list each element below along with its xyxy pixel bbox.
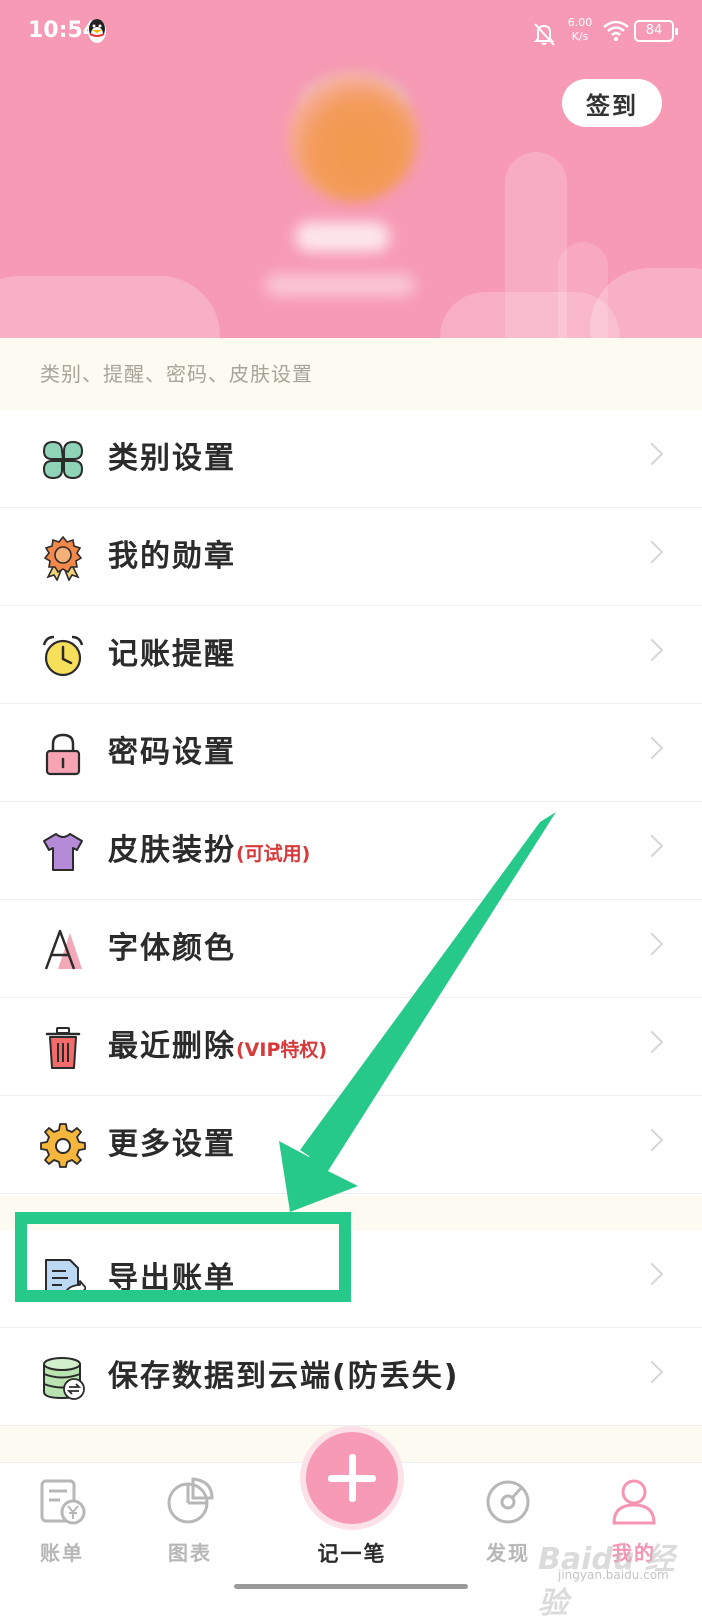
chevron-right-icon	[640, 1030, 664, 1054]
person-icon	[612, 1479, 656, 1525]
tab-label: 图表	[168, 1541, 212, 1565]
menu-item-label: 类别设置	[108, 441, 236, 476]
baidu-watermark-url: jingyan.baidu.com	[558, 1568, 669, 1582]
menu-item-label: 密码设置	[108, 735, 236, 770]
avatar[interactable]	[288, 72, 418, 202]
menu-item-label: 字体颜色	[108, 931, 236, 966]
menu-item-label: 我的勋章	[108, 539, 236, 574]
username-blurred	[295, 222, 390, 252]
menu-item-label: 记账提醒	[108, 637, 236, 672]
tab-charts[interactable]: 图表	[140, 1463, 240, 1601]
font-icon	[44, 929, 82, 970]
menu-item-label: 保存数据到云端(防丢失)	[108, 1359, 460, 1394]
battery-indicator: 84	[634, 20, 678, 42]
export-document-icon	[45, 1259, 86, 1301]
menu-item-label: 皮肤装扮(可试用)	[108, 802, 310, 900]
network-speed-value: 6.00	[567, 16, 593, 29]
network-speed-unit: K/s	[571, 30, 589, 43]
tab-bills[interactable]: 账单	[12, 1463, 112, 1601]
menu-item-password-settings[interactable]: 密码设置	[0, 704, 702, 802]
chevron-right-icon	[640, 442, 664, 466]
section-divider	[0, 1196, 702, 1230]
medal-icon	[43, 535, 83, 581]
chevron-right-icon	[640, 540, 664, 564]
menu-item-category-settings[interactable]: 类别设置	[0, 410, 702, 508]
network-speed: 6.00 K/s	[565, 16, 595, 44]
menu-item-bookkeeping-reminder[interactable]: 记账提醒	[0, 606, 702, 704]
status-bar: 10:54 6.00 K/s 84	[0, 0, 702, 64]
menu-item-title: 最近删除	[108, 1029, 236, 1064]
menu-item-label: 最近删除(VIP特权)	[108, 998, 327, 1096]
bill-icon	[40, 1479, 86, 1525]
checkin-button[interactable]: 签到	[562, 79, 662, 127]
chevron-right-icon	[640, 736, 664, 760]
add-record-label: 记一笔	[317, 1542, 387, 1566]
menu-item-recently-deleted[interactable]: 最近删除(VIP特权)	[0, 998, 702, 1096]
user-subtitle-blurred	[265, 274, 415, 296]
database-sync-icon	[43, 1357, 85, 1400]
chevron-right-icon	[640, 932, 664, 956]
menu-item-export-bill[interactable]: 导出账单	[0, 1230, 702, 1328]
profile-header: 10:54 6.00 K/s 84 签到	[0, 0, 702, 338]
decor-shape	[440, 292, 620, 338]
menu-item-label: 更多设置	[108, 1127, 236, 1162]
settings-section-title: 类别、提醒、密码、皮肤设置	[0, 338, 702, 410]
chevron-right-icon	[640, 1360, 664, 1384]
menu-item-my-medals[interactable]: 我的勋章	[0, 508, 702, 606]
vip-tag: (VIP特权)	[236, 1039, 328, 1061]
gear-icon	[40, 1123, 86, 1168]
chevron-right-icon	[640, 638, 664, 662]
trial-tag: (可试用)	[236, 843, 311, 865]
tab-label: 账单	[40, 1541, 84, 1565]
mute-bell-icon	[533, 23, 555, 46]
tshirt-icon	[43, 833, 83, 871]
menu-item-more-settings[interactable]: 更多设置	[0, 1096, 702, 1194]
trash-icon	[45, 1027, 81, 1069]
chevron-right-icon	[640, 1128, 664, 1152]
chevron-right-icon	[640, 834, 664, 858]
qq-penguin-icon	[88, 19, 106, 43]
wifi-icon	[603, 20, 629, 42]
pie-chart-icon	[167, 1477, 214, 1524]
menu-item-label: 导出账单	[108, 1261, 236, 1296]
alarm-clock-icon	[42, 635, 84, 677]
menu-item-title: 皮肤装扮	[108, 833, 236, 868]
add-record-button[interactable]	[306, 1432, 398, 1524]
home-indicator[interactable]	[234, 1584, 468, 1589]
compass-icon	[486, 1480, 530, 1524]
lock-icon	[45, 733, 81, 776]
menu-item-cloud-backup[interactable]: 保存数据到云端(防丢失)	[0, 1328, 702, 1426]
chevron-right-icon	[640, 1262, 664, 1286]
decor-shape	[0, 276, 220, 338]
clover-icon	[42, 440, 84, 480]
menu-item-font-color[interactable]: 字体颜色	[0, 900, 702, 998]
menu-item-skin-dressup[interactable]: 皮肤装扮(可试用)	[0, 802, 702, 900]
